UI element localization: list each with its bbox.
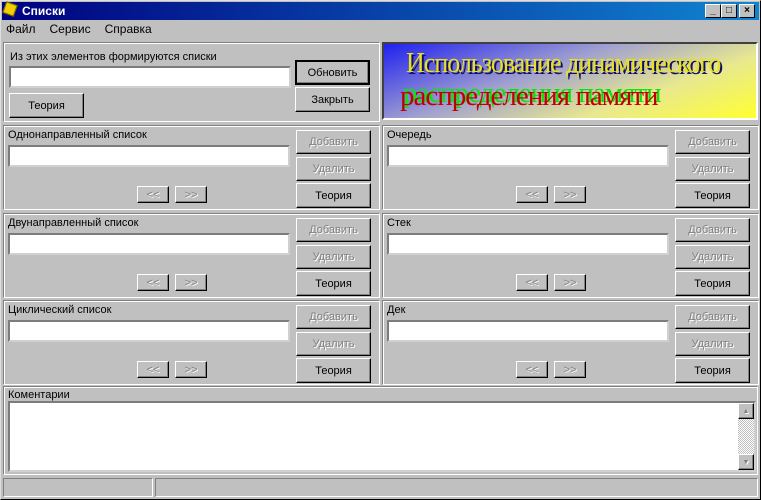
minimize-button[interactable]: _ bbox=[705, 4, 721, 18]
deque-theory-button[interactable]: Теория bbox=[675, 358, 750, 383]
deque-delete-button[interactable]: Удалить bbox=[675, 332, 750, 356]
stack-label: Стек bbox=[387, 217, 411, 229]
status-section-1 bbox=[3, 478, 153, 497]
banner-line1: Использование динамического bbox=[406, 46, 721, 79]
scroll-down-button[interactable]: ▼ bbox=[738, 454, 754, 470]
circular-panel: Циклический список << >> Добавить Удалит… bbox=[3, 300, 380, 385]
stack-theory-button[interactable]: Теория bbox=[675, 271, 750, 296]
comments-panel: Коментарии ▲ ▼ bbox=[3, 386, 758, 475]
singly-linked-panel: Однонаправленный список << >> Добавить У… bbox=[3, 125, 380, 210]
doubly-linked-input[interactable] bbox=[8, 233, 290, 255]
elements-panel: Из этих элементов формируются списки Тео… bbox=[3, 42, 380, 122]
banner-line2: распределения памяти bbox=[400, 80, 659, 112]
singly-linked-next-button[interactable]: >> bbox=[175, 186, 207, 203]
circular-input[interactable] bbox=[8, 320, 290, 342]
menu-service[interactable]: Сервис bbox=[50, 22, 91, 36]
circular-prev-button[interactable]: << bbox=[137, 361, 169, 378]
menu-bar: Файл Сервис Справка bbox=[6, 22, 152, 36]
singly-linked-label: Однонаправленный список bbox=[8, 129, 147, 141]
queue-theory-button[interactable]: Теория bbox=[675, 183, 750, 208]
doubly-linked-add-button[interactable]: Добавить bbox=[296, 218, 371, 242]
stack-add-button[interactable]: Добавить bbox=[675, 218, 750, 242]
queue-input[interactable] bbox=[387, 145, 669, 167]
queue-prev-button[interactable]: << bbox=[516, 186, 548, 203]
queue-label: Очередь bbox=[387, 129, 432, 141]
menu-file[interactable]: Файл bbox=[6, 22, 36, 36]
scroll-up-button[interactable]: ▲ bbox=[738, 403, 754, 419]
deque-input[interactable] bbox=[387, 320, 669, 342]
singly-linked-prev-button[interactable]: << bbox=[137, 186, 169, 203]
maximize-button[interactable]: □ bbox=[721, 4, 737, 18]
stack-prev-button[interactable]: << bbox=[516, 274, 548, 291]
deque-panel: Дек << >> Добавить Удалить Теория bbox=[382, 300, 759, 385]
deque-add-button[interactable]: Добавить bbox=[675, 305, 750, 329]
close-button[interactable]: Закрыть bbox=[295, 87, 370, 112]
stack-input[interactable] bbox=[387, 233, 669, 255]
singly-linked-theory-button[interactable]: Теория bbox=[296, 183, 371, 208]
banner: Использование динамического распределени… bbox=[382, 42, 758, 120]
queue-delete-button[interactable]: Удалить bbox=[675, 157, 750, 181]
circular-next-button[interactable]: >> bbox=[175, 361, 207, 378]
elements-label: Из этих элементов формируются списки bbox=[10, 51, 217, 63]
circular-add-button[interactable]: Добавить bbox=[296, 305, 371, 329]
doubly-linked-prev-button[interactable]: << bbox=[137, 274, 169, 291]
circular-theory-button[interactable]: Теория bbox=[296, 358, 371, 383]
status-section-2 bbox=[155, 478, 758, 497]
title-bar: Списки bbox=[2, 2, 759, 20]
comments-label: Коментарии bbox=[8, 389, 70, 401]
circular-label: Циклический список bbox=[8, 304, 112, 316]
doubly-linked-panel: Двунаправленный список << >> Добавить Уд… bbox=[3, 213, 380, 298]
queue-add-button[interactable]: Добавить bbox=[675, 130, 750, 154]
queue-panel: Очередь << >> Добавить Удалить Теория bbox=[382, 125, 759, 210]
singly-linked-delete-button[interactable]: Удалить bbox=[296, 157, 371, 181]
doubly-linked-label: Двунаправленный список bbox=[8, 217, 139, 229]
queue-next-button[interactable]: >> bbox=[554, 186, 586, 203]
comments-textarea[interactable] bbox=[8, 401, 756, 472]
doubly-linked-next-button[interactable]: >> bbox=[175, 274, 207, 291]
deque-label: Дек bbox=[387, 304, 406, 316]
stack-next-button[interactable]: >> bbox=[554, 274, 586, 291]
stack-delete-button[interactable]: Удалить bbox=[675, 245, 750, 269]
window-title: Списки bbox=[22, 4, 66, 18]
singly-linked-input[interactable] bbox=[8, 145, 290, 167]
deque-next-button[interactable]: >> bbox=[554, 361, 586, 378]
stack-panel: Стек << >> Добавить Удалить Теория bbox=[382, 213, 759, 298]
singly-linked-add-button[interactable]: Добавить bbox=[296, 130, 371, 154]
menu-help[interactable]: Справка bbox=[105, 22, 152, 36]
elements-input[interactable] bbox=[9, 66, 291, 88]
doubly-linked-delete-button[interactable]: Удалить bbox=[296, 245, 371, 269]
doubly-linked-theory-button[interactable]: Теория bbox=[296, 271, 371, 296]
deque-prev-button[interactable]: << bbox=[516, 361, 548, 378]
refresh-button[interactable]: Обновить bbox=[295, 60, 370, 85]
close-window-button[interactable]: × bbox=[739, 4, 755, 18]
theory-button[interactable]: Теория bbox=[9, 93, 84, 118]
circular-delete-button[interactable]: Удалить bbox=[296, 332, 371, 356]
